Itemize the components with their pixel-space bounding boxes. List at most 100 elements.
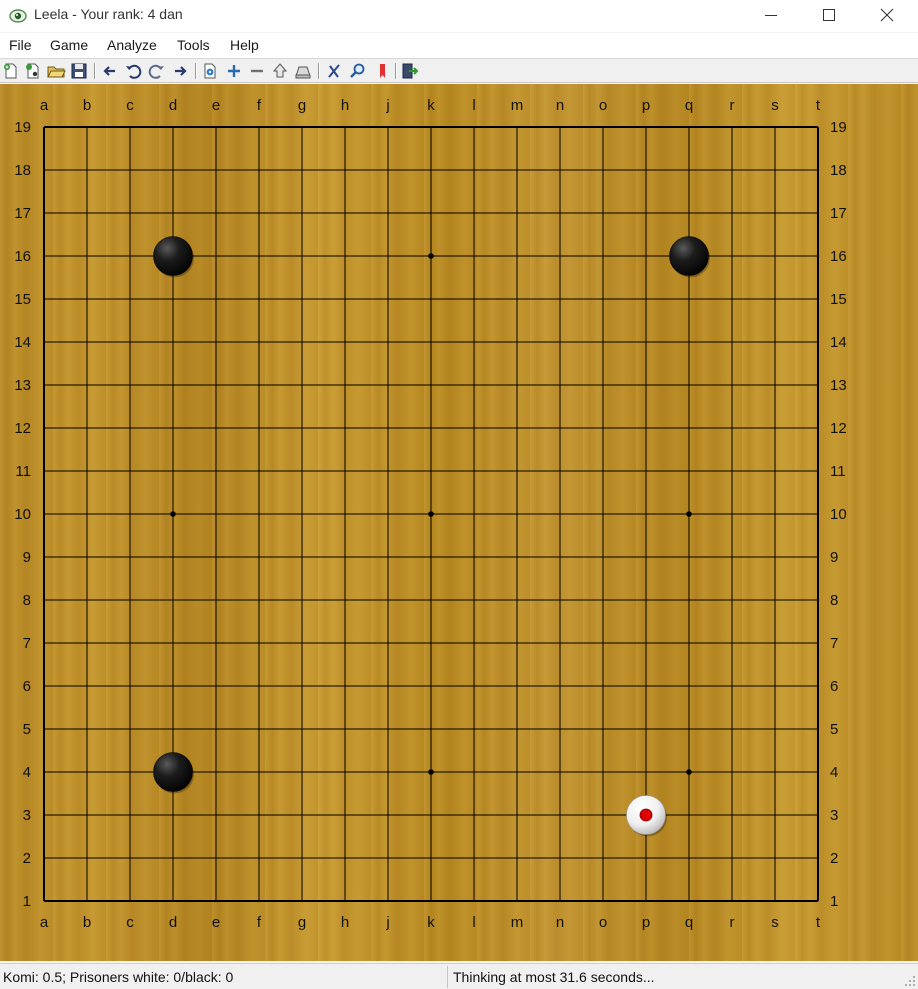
zoom-out-icon[interactable] — [247, 61, 267, 81]
column-label-top: p — [642, 97, 650, 114]
go-board-area[interactable]: a a b b c c d d e e f f g g h h j j k k l l m m n n o o p p q q r r s s t t 19… — [0, 84, 918, 961]
back-arrow-icon[interactable] — [100, 61, 120, 81]
bookmark-icon[interactable] — [372, 61, 392, 81]
leela-eye-icon — [9, 9, 27, 23]
row-label-left: 13 — [14, 377, 31, 394]
status-divider — [447, 966, 448, 988]
column-label-top: l — [472, 97, 475, 114]
exit-icon[interactable] — [400, 61, 420, 81]
column-label-top: d — [169, 97, 177, 114]
maximize-button[interactable] — [800, 0, 858, 30]
window-title: Leela - Your rank: 4 dan — [34, 6, 183, 22]
hoshi-point — [170, 511, 176, 517]
close-button[interactable] — [858, 0, 916, 30]
settings-icon[interactable] — [200, 61, 220, 81]
column-label-bottom: k — [427, 914, 435, 931]
new-game-icon[interactable] — [1, 61, 21, 81]
menu-bar: File Game Analyze Tools Help — [0, 33, 918, 58]
row-label-right: 6 — [830, 678, 838, 695]
column-label-bottom: e — [212, 914, 220, 931]
column-label-bottom: o — [599, 914, 607, 931]
forward-arrow-icon[interactable] — [170, 61, 190, 81]
row-label-left: 2 — [23, 850, 31, 867]
column-label-top: o — [599, 97, 607, 114]
pass-icon[interactable] — [270, 61, 290, 81]
column-label-top: j — [385, 97, 389, 114]
menu-game[interactable]: Game — [50, 37, 88, 53]
row-label-right: 9 — [830, 549, 838, 566]
menu-tools[interactable]: Tools — [177, 37, 210, 53]
column-label-bottom: d — [169, 914, 177, 931]
menu-file[interactable]: File — [9, 37, 32, 53]
maximize-icon — [823, 9, 835, 21]
save-file-icon[interactable] — [69, 61, 89, 81]
row-label-right: 1 — [830, 893, 838, 910]
open-file-icon[interactable] — [46, 61, 66, 81]
resign-icon[interactable] — [293, 61, 313, 81]
resize-grip-icon[interactable] — [904, 975, 916, 987]
status-bar: Komi: 0.5; Prisoners white: 0/black: 0 T… — [0, 963, 918, 989]
column-label-top: f — [257, 97, 262, 114]
column-label-top: k — [427, 97, 435, 114]
black-stone — [153, 752, 194, 794]
menu-analyze[interactable]: Analyze — [107, 37, 157, 53]
zoom-in-icon[interactable] — [224, 61, 244, 81]
column-label-bottom: a — [40, 914, 49, 931]
row-label-right: 17 — [830, 205, 847, 222]
white-stone — [626, 795, 667, 837]
row-label-left: 19 — [14, 119, 31, 136]
status-engine-info: Thinking at most 31.6 seconds... — [453, 969, 655, 985]
row-label-left: 10 — [14, 506, 31, 523]
column-label-bottom: s — [771, 914, 779, 931]
last-move-marker — [639, 808, 653, 822]
go-board[interactable]: aabbccddeeffgghhjjkkllmmnnooppqqrrsstt19… — [0, 84, 918, 961]
column-label-top: q — [685, 97, 693, 114]
row-label-right: 5 — [830, 721, 838, 738]
column-label-top: r — [730, 97, 735, 114]
new-rated-game-icon[interactable] — [23, 61, 43, 81]
row-label-right: 10 — [830, 506, 847, 523]
row-label-right: 19 — [830, 119, 847, 136]
row-label-left: 16 — [14, 248, 31, 265]
row-label-right: 14 — [830, 334, 847, 351]
column-label-bottom: h — [341, 914, 349, 931]
toolbar-separator — [395, 63, 397, 79]
hoshi-point — [686, 511, 692, 517]
close-icon — [880, 8, 894, 22]
row-label-right: 18 — [830, 162, 847, 179]
column-label-bottom: b — [83, 914, 91, 931]
column-label-bottom: n — [556, 914, 564, 931]
row-label-left: 12 — [14, 420, 31, 437]
column-label-top: b — [83, 97, 91, 114]
title-bar: Leela - Your rank: 4 dan — [0, 0, 918, 32]
row-label-left: 18 — [14, 162, 31, 179]
minimize-button[interactable] — [742, 0, 800, 30]
find-icon[interactable] — [347, 61, 367, 81]
analyze-icon[interactable] — [324, 61, 344, 81]
redo-icon[interactable] — [147, 61, 167, 81]
column-label-top: a — [40, 97, 49, 114]
row-label-left: 9 — [23, 549, 31, 566]
row-label-left: 11 — [15, 463, 31, 480]
row-label-left: 17 — [14, 205, 31, 222]
column-label-bottom: p — [642, 914, 650, 931]
row-label-left: 14 — [14, 334, 31, 351]
row-label-right: 12 — [830, 420, 847, 437]
row-label-right: 13 — [830, 377, 847, 394]
row-label-right: 3 — [830, 807, 838, 824]
column-label-bottom: j — [385, 914, 389, 931]
column-label-bottom: f — [257, 914, 262, 931]
hoshi-point — [686, 769, 692, 775]
row-label-left: 3 — [23, 807, 31, 824]
row-label-right: 2 — [830, 850, 838, 867]
status-game-info: Komi: 0.5; Prisoners white: 0/black: 0 — [3, 969, 234, 985]
toolbar-separator — [94, 63, 96, 79]
undo-icon[interactable] — [123, 61, 143, 81]
column-label-bottom: g — [298, 914, 306, 931]
column-label-top: g — [298, 97, 306, 114]
menu-help[interactable]: Help — [230, 37, 259, 53]
column-label-top: h — [341, 97, 349, 114]
row-label-right: 4 — [830, 764, 838, 781]
column-label-bottom: c — [126, 914, 134, 931]
column-label-top: m — [511, 97, 524, 114]
